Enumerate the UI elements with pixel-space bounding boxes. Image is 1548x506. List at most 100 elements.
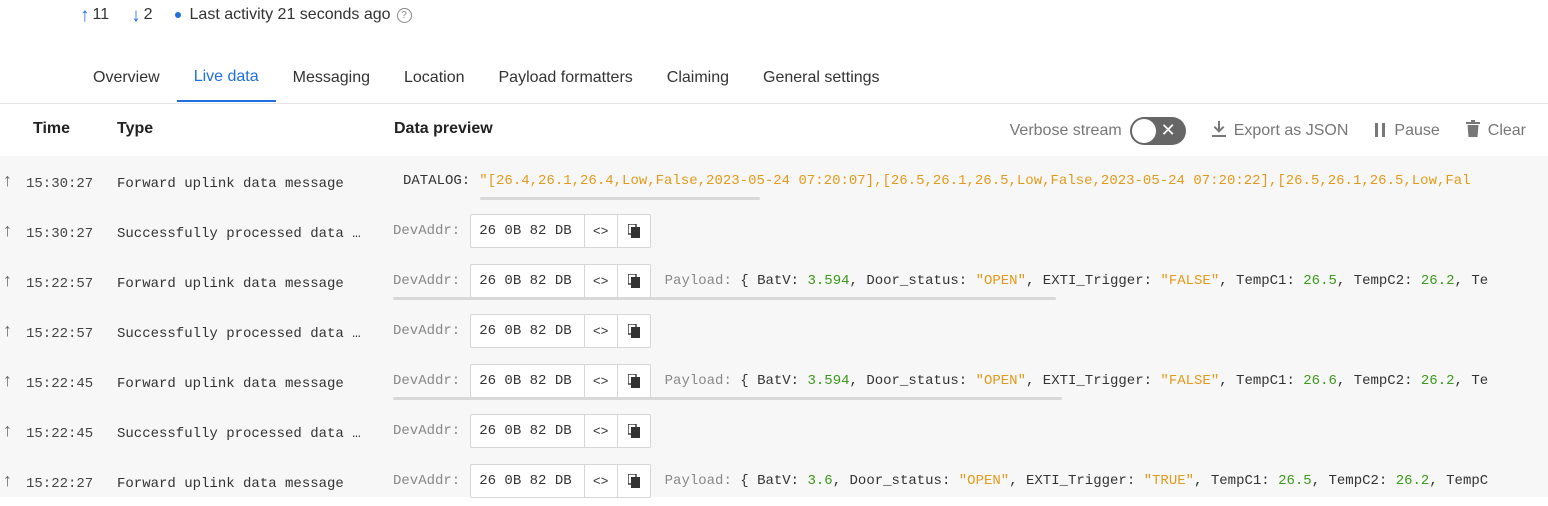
arrow-up-icon: ↑: [3, 270, 12, 290]
tab-overview[interactable]: Overview: [76, 54, 177, 102]
tab-messaging[interactable]: Messaging: [276, 54, 387, 102]
devaddr-label: DevAddr:: [393, 273, 461, 289]
row-type: Successfully processed data …: [117, 326, 361, 342]
arrow-up-icon: ↑: [3, 420, 12, 440]
stream-controls: Verbose stream ✕ Export as JSON Pause Cl…: [1010, 116, 1526, 146]
table-row[interactable]: ↑ 15:30:27 Forward uplink data message D…: [0, 156, 1548, 206]
datalog-value: "[26.4,26.1,26.4,Low,False,2023-05-24 07…: [479, 173, 1471, 189]
row-preview: DevAddr: 26 0B 82 DB <> Payload: { BatV:…: [393, 264, 1488, 298]
payload-preview: Payload: { BatV: 3.6, Door_status: "OPEN…: [664, 473, 1489, 489]
payload-label: Payload:: [664, 473, 732, 489]
code-icon[interactable]: <>: [583, 265, 617, 297]
arrow-up-icon: ↑: [3, 370, 12, 390]
arrow-up-icon: ↑: [3, 170, 12, 190]
devaddr-value: 26 0B 82 DB: [479, 323, 572, 339]
toggle-knob: [1131, 119, 1156, 143]
code-icon[interactable]: <>: [583, 465, 617, 497]
arrow-up-icon: ↑: [3, 320, 12, 340]
last-activity: Last activity 21 seconds ago: [189, 6, 391, 23]
activity-dot: [174, 12, 181, 18]
table-row[interactable]: ↑ 15:22:57 Forward uplink data message D…: [0, 256, 1548, 306]
table-row[interactable]: ↑ 15:30:27 Successfully processed data ……: [0, 206, 1548, 256]
row-time: 15:30:27: [26, 226, 94, 242]
table-row[interactable]: ↑ 15:22:45 Successfully processed data ……: [0, 406, 1548, 456]
copy-icon[interactable]: [616, 265, 650, 297]
table-row[interactable]: ↑ 15:22:45 Forward uplink data message D…: [0, 356, 1548, 406]
row-preview: DevAddr: 26 0B 82 DB <>: [393, 414, 651, 448]
copy-icon[interactable]: [616, 465, 650, 497]
tab-bar: Overview Live data Messaging Location Pa…: [76, 54, 897, 102]
row-time: 15:22:57: [26, 326, 94, 342]
row-type: Forward uplink data message: [117, 276, 344, 292]
copy-icon[interactable]: [616, 315, 650, 347]
row-time: 15:22:57: [26, 276, 94, 292]
row-type: Successfully processed data …: [117, 426, 361, 442]
devaddr-value: 26 0B 82 DB: [479, 373, 572, 389]
code-icon[interactable]: <>: [583, 315, 617, 347]
uplink-count: ↑ 11: [80, 4, 110, 26]
devaddr-label: DevAddr:: [393, 423, 461, 439]
tab-location[interactable]: Location: [387, 54, 482, 102]
row-preview: DevAddr: 26 0B 82 DB <> Payload: { BatV:…: [393, 464, 1488, 498]
devaddr-label: DevAddr:: [393, 223, 461, 239]
devaddr-box: 26 0B 82 DB <>: [470, 464, 651, 498]
horizontal-scrollbar[interactable]: [393, 397, 1062, 400]
verbose-stream-toggle[interactable]: ✕: [1129, 117, 1186, 145]
code-icon[interactable]: <>: [583, 365, 617, 397]
table-row[interactable]: ↑ 15:22:57 Successfully processed data ……: [0, 306, 1548, 356]
horizontal-scrollbar[interactable]: [480, 197, 760, 200]
payload-label: Payload:: [664, 373, 732, 389]
close-icon: ✕: [1160, 120, 1176, 140]
column-header-type: Type: [117, 120, 154, 137]
row-type: Successfully processed data …: [117, 226, 361, 242]
payload-preview: Payload: { BatV: 3.594, Door_status: "OP…: [664, 273, 1489, 289]
table-header: Time Type Data preview Verbose stream ✕ …: [0, 104, 1548, 156]
devaddr-box: 26 0B 82 DB <>: [470, 214, 651, 248]
tab-live-data[interactable]: Live data: [176, 54, 276, 102]
row-type: Forward uplink data message: [117, 176, 344, 192]
devaddr-value: 26 0B 82 DB: [479, 223, 572, 239]
copy-icon[interactable]: [616, 215, 650, 247]
tab-payload-formatters[interactable]: Payload formatters: [482, 54, 650, 102]
row-preview: DevAddr: 26 0B 82 DB <>: [393, 214, 651, 248]
status-bar: ↑ 11 ↓ 2 Last activity 21 seconds ago ?: [80, 4, 412, 26]
devaddr-box: 26 0B 82 DB <>: [470, 314, 651, 348]
arrow-down-icon: ↓: [131, 4, 141, 26]
row-type: Forward uplink data message: [117, 376, 344, 392]
arrow-up-icon: ↑: [80, 4, 90, 26]
devaddr-value: 26 0B 82 DB: [479, 473, 572, 489]
row-time: 15:22:45: [26, 376, 94, 392]
download-icon: [1211, 120, 1226, 142]
code-icon[interactable]: <>: [583, 215, 617, 247]
code-icon[interactable]: <>: [583, 415, 617, 447]
row-preview: DATALOG: "[26.4,26.1,26.4,Low,False,2023…: [393, 164, 1471, 198]
pause-icon: [1374, 121, 1386, 142]
clear-button[interactable]: Clear: [1465, 120, 1526, 142]
export-json-button[interactable]: Export as JSON: [1211, 120, 1348, 142]
column-header-time: Time: [33, 120, 71, 137]
devaddr-label: DevAddr:: [393, 373, 461, 389]
payload-label: Payload:: [664, 273, 732, 289]
row-time: 15:30:27: [26, 176, 94, 192]
row-preview: DevAddr: 26 0B 82 DB <> Payload: { BatV:…: [393, 364, 1488, 398]
verbose-stream-label: Verbose stream: [1009, 122, 1122, 139]
trash-icon: [1465, 120, 1480, 142]
copy-icon[interactable]: [616, 365, 650, 397]
tab-general-settings[interactable]: General settings: [746, 54, 897, 102]
payload-preview: Payload: { BatV: 3.594, Door_status: "OP…: [664, 373, 1489, 389]
table-row[interactable]: ↑ 15:22:27 Forward uplink data message D…: [0, 456, 1548, 506]
pause-button[interactable]: Pause: [1374, 121, 1440, 142]
row-time: 15:22:45: [26, 426, 94, 442]
datalog-label: DATALOG:: [403, 173, 471, 189]
arrow-up-icon: ↑: [3, 220, 12, 240]
horizontal-scrollbar[interactable]: [393, 297, 1056, 300]
help-icon[interactable]: ?: [396, 7, 412, 23]
row-preview: DevAddr: 26 0B 82 DB <>: [393, 314, 651, 348]
event-list: ↑ 15:30:27 Forward uplink data message D…: [0, 156, 1548, 498]
arrow-up-icon: ↑: [3, 470, 12, 490]
downlink-count: ↓ 2: [131, 4, 153, 26]
devaddr-label: DevAddr:: [393, 473, 461, 489]
devaddr-value: 26 0B 82 DB: [479, 423, 572, 439]
copy-icon[interactable]: [616, 415, 650, 447]
tab-claiming[interactable]: Claiming: [650, 54, 746, 102]
